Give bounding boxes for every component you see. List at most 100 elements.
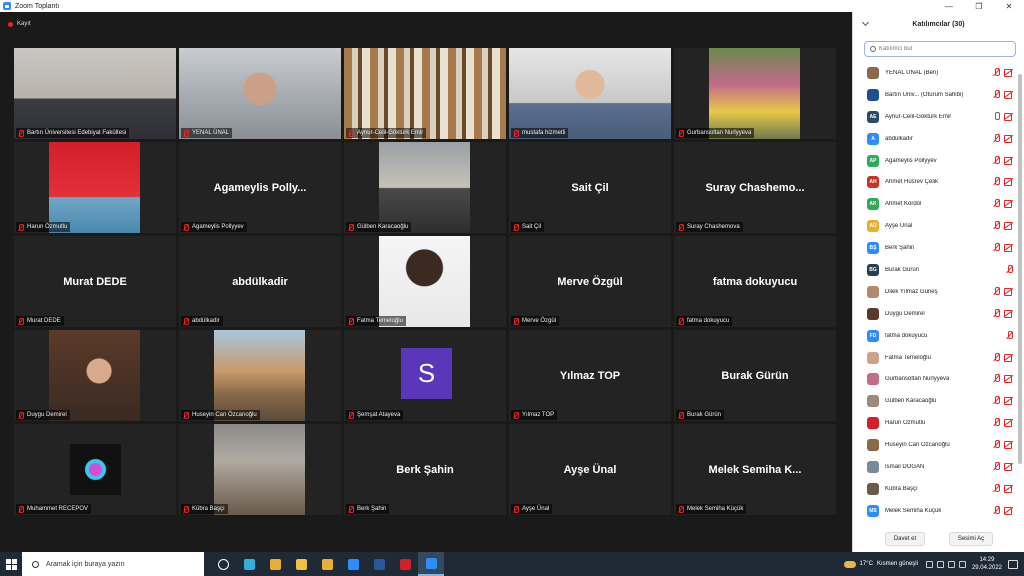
mic-muted-icon — [993, 440, 1000, 449]
participant-row[interactable]: Duygu Demirel — [853, 303, 1015, 325]
video-tile[interactable]: Suray Chashemo... Suray Chashemova — [674, 142, 836, 233]
participant-name: Gülben Karacaoğlu — [357, 224, 409, 230]
participant-row[interactable]: Dilek Yılmaz Güneş — [853, 281, 1015, 303]
participant-row[interactable]: Aabdülkadir — [853, 128, 1015, 150]
weather-widget[interactable]: 17°C Kısmen güneşli — [843, 560, 918, 568]
video-tile[interactable]: Huseyin Can Özcanoğlu — [179, 330, 341, 421]
participant-video — [70, 444, 121, 495]
participants-footer: Davet et Sesimi Aç — [853, 526, 1024, 552]
participant-row[interactable]: Kübra Başçı — [853, 478, 1015, 500]
taskbar-search[interactable]: Aramak için buraya yazın — [22, 552, 204, 576]
camera-off-icon — [1004, 353, 1013, 362]
chevron-up-icon[interactable] — [925, 560, 933, 568]
participant-row[interactable]: Gülben Karacaoğlu — [853, 390, 1015, 412]
participant-avatar: AE — [867, 110, 879, 123]
participant-list-scrollbar[interactable] — [1017, 62, 1023, 532]
participant-search-input[interactable] — [879, 46, 1009, 52]
video-tile[interactable]: Bartın Üniversitesi Edebiyat Fakültesi — [14, 48, 176, 139]
task-view-taskbar-button[interactable] — [210, 552, 236, 576]
zoom-taskbar-button[interactable] — [418, 552, 444, 576]
participant-row[interactable]: AP Agameylis Pollyyev — [853, 150, 1015, 172]
video-tile[interactable]: Muhammet RECEPOV — [14, 424, 176, 515]
video-tile[interactable]: Merve Özgül Merve Özgül — [509, 236, 671, 327]
video-tile[interactable]: Aynur-Celil-Göktürk Emir — [344, 48, 506, 139]
invite-button[interactable]: Davet et — [884, 532, 926, 546]
mic-muted-icon — [993, 155, 1000, 165]
network-icon[interactable] — [936, 560, 944, 568]
participant-row[interactable]: MS Melek Semiha Küçük — [853, 500, 1015, 522]
edge-taskbar-button[interactable] — [236, 552, 262, 576]
participant-row[interactable]: AH Ahmet Hüsrev Çelik — [853, 171, 1015, 193]
participant-name: abdülkadir — [192, 318, 220, 324]
participant-row[interactable]: Harun Özmutlu — [853, 412, 1015, 434]
participant-row[interactable]: İsmail DOĞAN — [853, 456, 1015, 478]
participants-panel: Katılımcılar (30) YENAL ÜNAL (Ben) Bartın… — [852, 12, 1024, 552]
mail-taskbar-button[interactable] — [340, 552, 366, 576]
participant-row[interactable]: AÜ Ayşe Ünal — [853, 215, 1015, 237]
acrobat-taskbar-button[interactable] — [392, 552, 418, 576]
scrollbar-thumb[interactable] — [1018, 74, 1022, 464]
notification-icon[interactable] — [1008, 559, 1018, 569]
word-taskbar-button[interactable] — [366, 552, 392, 576]
volume-icon[interactable] — [947, 560, 955, 568]
video-tile[interactable]: Melek Semiha K... Melek Semiha Küçük — [674, 424, 836, 515]
participant-status-icons — [993, 133, 1013, 143]
minimize-button[interactable]: — — [934, 0, 964, 12]
participant-name-tag: Yılmaz TOP — [511, 410, 558, 420]
participant-status-icons — [1006, 265, 1013, 274]
video-tile[interactable]: Gurbansoltan Nurlyyeva — [674, 48, 836, 139]
participant-search[interactable] — [864, 41, 1016, 57]
clock-date: 29.04.2022 — [971, 565, 1002, 571]
participant-row[interactable]: Bartın Üniv... (Oturum Sahibi) — [853, 84, 1015, 106]
video-tile[interactable]: Agameylis Polly... Agameylis Pollyyev — [179, 142, 341, 233]
participant-row[interactable]: Huseyin Can Özcanoğlu — [853, 434, 1015, 456]
maximize-button[interactable]: ❐ — [964, 0, 994, 12]
file-explorer-taskbar-button[interactable] — [288, 552, 314, 576]
participant-row[interactable]: FD fatma dokuyucu — [853, 325, 1015, 347]
video-tile[interactable]: Ayşe Ünal Ayşe Ünal — [509, 424, 671, 515]
camera-off-icon — [1004, 441, 1013, 450]
participant-status-icons — [993, 440, 1013, 450]
participant-row[interactable]: AK Ahmet Kördöl — [853, 193, 1015, 215]
participant-avatar: MS — [867, 504, 879, 517]
participant-status-icons — [993, 396, 1013, 406]
participant-row[interactable]: Gurbansoltan Nurlyyeva — [853, 368, 1015, 390]
mic-icon — [993, 111, 1000, 121]
video-tile[interactable]: mustafa hizmetli — [509, 48, 671, 139]
unmute-button[interactable]: Sesimi Aç — [948, 532, 994, 546]
recording-indicator[interactable]: Kayıt — [0, 12, 852, 36]
mic-muted-icon — [513, 129, 519, 137]
participant-video — [379, 236, 470, 327]
video-tile[interactable]: S Şemşat Atayeva — [344, 330, 506, 421]
video-tile[interactable]: Kübra Başçı — [179, 424, 341, 515]
participant-video — [14, 48, 176, 139]
camera-off-icon — [1004, 178, 1013, 187]
language-icon[interactable] — [958, 560, 966, 568]
participant-row[interactable]: Fatma Temeloğlu — [853, 347, 1015, 369]
close-button[interactable]: ✕ — [994, 0, 1024, 12]
collapse-chevron-icon[interactable] — [861, 18, 870, 27]
video-tile[interactable]: Duygu Demirel — [14, 330, 176, 421]
video-tile[interactable]: fatma dokuyucu fatma dokuyucu — [674, 236, 836, 327]
video-tile[interactable]: Gülben Karacaoğlu — [344, 142, 506, 233]
video-tile[interactable]: Harun Özmutlu — [14, 142, 176, 233]
participant-row[interactable]: YENAL ÜNAL (Ben) — [853, 62, 1015, 84]
participant-row[interactable]: BŞ Berk Şahin — [853, 237, 1015, 259]
participant-row[interactable]: AE Aynur-Celil-Göktürk Emir — [853, 106, 1015, 128]
taskbar-clock[interactable]: 14:29 29.04.2022 — [972, 556, 1002, 572]
folder-taskbar-button[interactable] — [314, 552, 340, 576]
participant-name-tag: Gurbansoltan Nurlyyeva — [676, 128, 755, 138]
camera-off-icon — [1004, 484, 1013, 493]
video-tile[interactable]: Burak Gürün Burak Gürün — [674, 330, 836, 421]
participant-row[interactable]: BG Burak Gürün — [853, 259, 1015, 281]
video-tile[interactable]: Sait Çil Sait Çil — [509, 142, 671, 233]
video-tile[interactable]: Yılmaz TOP Yılmaz TOP — [509, 330, 671, 421]
video-tile[interactable]: Murat DEDE Murat DEDE — [14, 236, 176, 327]
chrome-taskbar-button[interactable] — [262, 552, 288, 576]
video-tile[interactable]: YENAL ÜNAL — [179, 48, 341, 139]
video-tile[interactable]: abdülkadir abdülkadir — [179, 236, 341, 327]
weather-temp: 17°C — [859, 561, 873, 567]
start-button[interactable] — [0, 552, 22, 576]
video-tile[interactable]: Berk Şahin Berk Şahin — [344, 424, 506, 515]
video-tile[interactable]: Fatma Temeloğlu — [344, 236, 506, 327]
